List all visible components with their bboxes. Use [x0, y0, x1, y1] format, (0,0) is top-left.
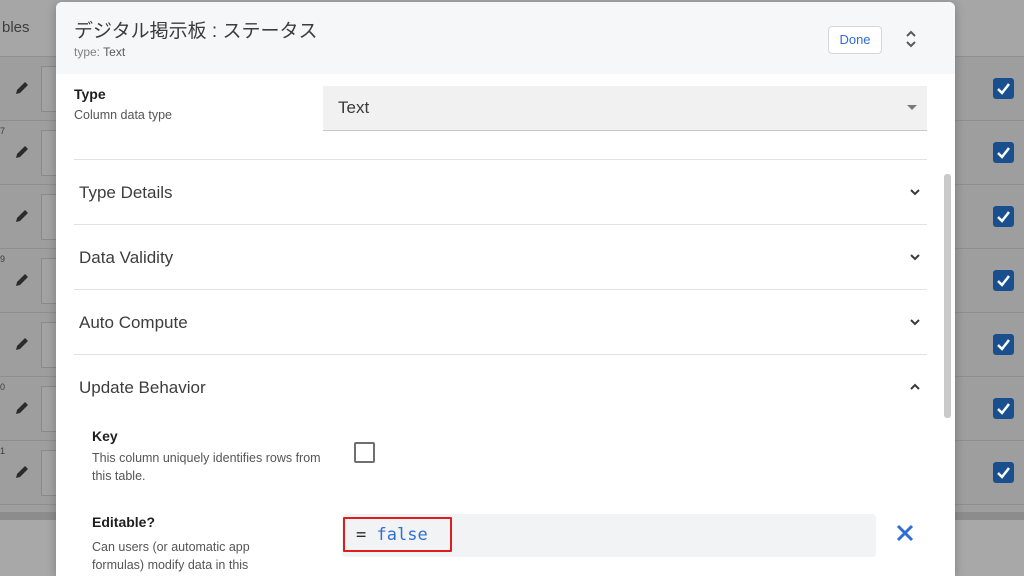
row-number: 0: [0, 382, 6, 392]
key-label: Key: [92, 428, 118, 444]
dialog-title: デジタル掲示板 : ステータス: [74, 21, 318, 42]
background-header-text: bles: [2, 19, 30, 36]
key-field-label-group: Key This column uniquely identifies rows…: [92, 428, 322, 485]
section-type-details[interactable]: Type Details: [74, 160, 927, 224]
row-checkbox[interactable]: [993, 398, 1014, 419]
pencil-icon[interactable]: [14, 272, 30, 288]
check-icon: [997, 147, 1010, 159]
chevron-down-icon: [910, 254, 920, 261]
check-icon: [997, 339, 1010, 351]
pencil-icon[interactable]: [14, 80, 30, 96]
key-description: This column uniquely identifies rows fro…: [92, 451, 321, 483]
column-settings-dialog: デジタル掲示板 : ステータス type: Text Done Type Col…: [56, 2, 955, 576]
row-cell: [41, 450, 56, 496]
row-cell: [41, 386, 56, 432]
pencil-icon[interactable]: [14, 400, 30, 416]
section-data-validity[interactable]: Data Validity: [74, 225, 927, 289]
chevron-down-icon: [910, 189, 920, 196]
section-auto-compute[interactable]: Auto Compute: [74, 290, 927, 354]
editable-field-label-group: Editable? Can users (or automatic app fo…: [92, 514, 302, 574]
row-cell: [41, 194, 56, 240]
row-checkbox[interactable]: [993, 334, 1014, 355]
pencil-icon[interactable]: [14, 208, 30, 224]
dialog-header: デジタル掲示板 : ステータス type: Text Done: [56, 2, 955, 74]
check-icon: [997, 83, 1010, 95]
row-cell: [41, 258, 56, 304]
editable-description: Can users (or automatic app formulas) mo…: [92, 540, 250, 572]
clear-formula-icon[interactable]: [894, 522, 916, 544]
dropdown-caret-icon: [907, 105, 917, 110]
subtitle-prefix: type:: [74, 45, 101, 59]
formula-value: false: [376, 525, 428, 545]
section-update-behavior[interactable]: Update Behavior: [74, 355, 927, 419]
key-checkbox[interactable]: [354, 442, 375, 463]
type-description: Column data type: [74, 108, 172, 122]
editable-label: Editable?: [92, 514, 156, 530]
chevron-down-icon: [910, 319, 920, 326]
section-label: Auto Compute: [79, 313, 188, 332]
row-number: 7: [0, 126, 6, 136]
row-cell: [41, 322, 56, 368]
subtitle-value: Text: [103, 45, 126, 59]
pencil-icon[interactable]: [14, 464, 30, 480]
type-select[interactable]: Text: [323, 86, 927, 131]
section-label: Update Behavior: [79, 378, 206, 397]
pencil-icon[interactable]: [14, 144, 30, 160]
expand-collapse-icon[interactable]: [902, 28, 920, 50]
row-number: 1: [0, 446, 6, 456]
pencil-icon[interactable]: [14, 336, 30, 352]
check-icon: [997, 275, 1010, 287]
row-checkbox[interactable]: [993, 206, 1014, 227]
row-number: 9: [0, 254, 6, 264]
formula-text: = false: [356, 525, 428, 545]
check-icon: [997, 403, 1010, 415]
formula-equals: =: [356, 525, 367, 545]
chevron-up-icon: [910, 383, 920, 390]
check-icon: [997, 467, 1010, 479]
dialog-subtitle: type: Text: [74, 45, 125, 59]
row-checkbox[interactable]: [993, 78, 1014, 99]
row-checkbox[interactable]: [993, 270, 1014, 291]
type-select-value: Text: [338, 98, 370, 117]
row-checkbox[interactable]: [993, 142, 1014, 163]
section-label: Type Details: [79, 183, 173, 202]
type-label: Type: [74, 86, 106, 102]
check-icon: [997, 211, 1010, 223]
row-checkbox[interactable]: [993, 462, 1014, 483]
row-cell: [41, 66, 56, 112]
done-button[interactable]: Done: [828, 26, 882, 54]
type-field-label-group: Type Column data type: [74, 86, 172, 124]
row-cell: [41, 130, 56, 176]
section-label: Data Validity: [79, 248, 174, 267]
dialog-scrollbar[interactable]: [944, 174, 951, 418]
